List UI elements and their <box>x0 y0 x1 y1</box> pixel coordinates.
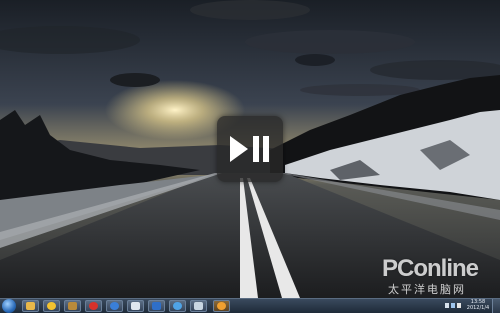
media-player-icon <box>47 302 56 310</box>
taskbar-item-red-app[interactable] <box>85 300 102 312</box>
blue-globe-icon <box>110 302 119 310</box>
qq-penguin-icon <box>217 302 226 310</box>
taskbar-item-network[interactable] <box>127 300 144 312</box>
show-desktop-button[interactable] <box>492 299 500 313</box>
taskbar-item-ie[interactable] <box>169 300 186 312</box>
internet-explorer-icon <box>173 302 182 310</box>
desktop: PConline 太平洋电脑网 13:58 2012/1/4 <box>0 0 500 313</box>
document-icon <box>194 302 203 310</box>
tray-icons[interactable] <box>445 302 461 310</box>
play-pause-button[interactable] <box>217 116 283 182</box>
blue-square-app-icon <box>152 302 161 310</box>
red-app-icon <box>89 302 98 310</box>
watermark: PConline 太平洋电脑网 <box>382 255 492 297</box>
network-icon <box>131 302 140 310</box>
taskbar-clock[interactable]: 13:58 2012/1/4 <box>465 299 491 311</box>
explorer-folder-icon <box>26 302 35 310</box>
taskbar-item-explorer[interactable] <box>22 300 39 312</box>
action-center-icon[interactable] <box>445 303 449 308</box>
volume-icon[interactable] <box>457 303 461 308</box>
watermark-subtitle: 太平洋电脑网 <box>388 283 466 296</box>
network-status-icon[interactable] <box>451 303 455 308</box>
photo-folder-icon <box>68 302 77 310</box>
taskbar-item-qq[interactable] <box>213 300 230 312</box>
taskbar-item-blue-app[interactable] <box>148 300 165 312</box>
clock-date: 2012/1/4 <box>466 305 490 311</box>
play-pause-icon <box>230 136 269 162</box>
watermark-brand: PConline <box>382 255 479 282</box>
taskbar: 13:58 2012/1/4 <box>0 298 500 313</box>
taskbar-item-globe[interactable] <box>106 300 123 312</box>
taskbar-item-document[interactable] <box>190 300 207 312</box>
taskbar-item-photos[interactable] <box>64 300 81 312</box>
system-tray: 13:58 2012/1/4 <box>445 299 489 313</box>
taskbar-item-media-player[interactable] <box>43 300 60 312</box>
windows-start-icon[interactable] <box>2 299 16 313</box>
